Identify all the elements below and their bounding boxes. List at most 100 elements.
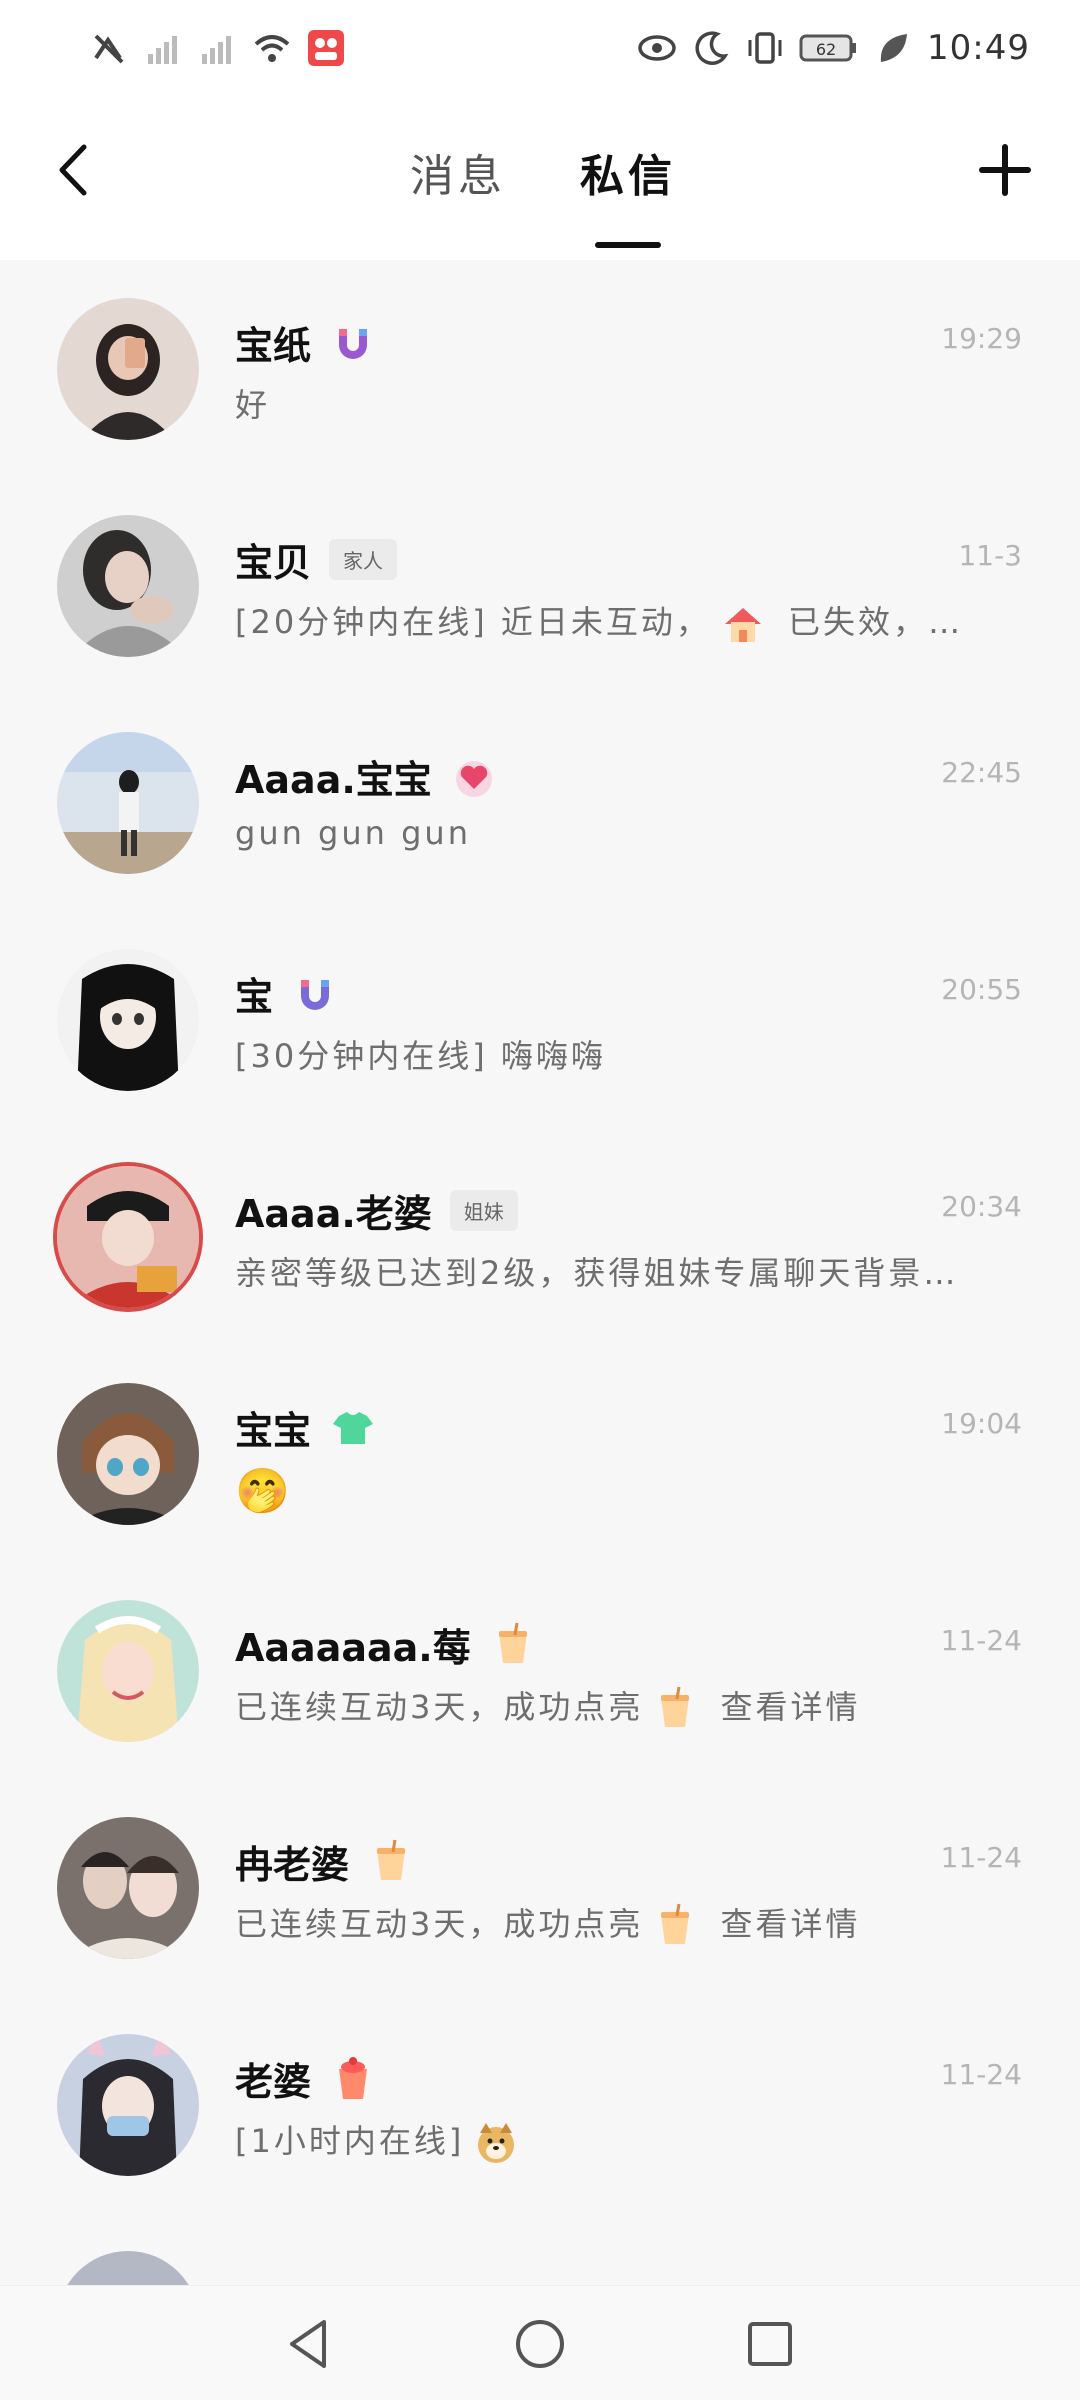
message-preview: 好 (235, 386, 271, 424)
nav-home-icon[interactable] (510, 2314, 570, 2374)
message-preview: [20分钟内在线] 近日未互动， 已失效，继… (235, 597, 975, 648)
eye-icon (638, 35, 676, 61)
conversation-row[interactable]: 宝纸 19:29 好 (0, 260, 1080, 477)
wifi-icon (254, 35, 290, 62)
tab-bar: 消息 私信 (0, 130, 1080, 248)
conversation-time: 22:45 (941, 756, 1022, 789)
nav-back-icon[interactable] (280, 2314, 340, 2374)
preview-text: 已连续互动3天，成功点亮 (235, 1688, 644, 1726)
conversation-row[interactable]: Aaaa.老婆 姐妹 20:34 亲密等级已达到2级，获得姐妹专属聊天背景… (0, 1128, 1080, 1345)
conversation-time: 20:34 (941, 1190, 1022, 1223)
conversation-time: 11-24 (940, 1624, 1022, 1657)
name-line: 宝 (235, 966, 339, 1021)
conversation-row[interactable]: 老婆 11-24 [1小时内在线] (0, 1996, 1080, 2213)
vibrate-icon (748, 32, 782, 64)
relation-tag: 姐妹 (449, 1190, 518, 1231)
drink-icon (661, 1903, 690, 1944)
drink-badge-icon (498, 1622, 527, 1663)
contact-name: 宝贝 (235, 541, 312, 585)
name-line: 宝贝 家人 (235, 532, 398, 587)
name-line: 宝纸 (235, 315, 377, 370)
conversation-row[interactable]: Aaaaaaa.莓 11-24 已连续互动3天，成功点亮 查看详情 (0, 1562, 1080, 1779)
tab-messages[interactable]: 消息 (410, 140, 506, 204)
name-line: 冉老婆 (235, 1834, 415, 1889)
preview-text: 查看详情 (707, 1688, 861, 1726)
screen: 62 10:49 消息 私信 宝纸 19:29 好 宝贝 家人 11-3 [20… (0, 0, 1080, 2400)
status-bar: 62 10:49 (0, 0, 1080, 100)
preview-text: 已失效，继… (788, 603, 975, 641)
conversation-time: 19:04 (941, 1407, 1022, 1440)
avatar[interactable] (57, 2034, 199, 2176)
doge-icon (478, 2123, 515, 2163)
contact-name: 冉老婆 (235, 1843, 350, 1887)
contact-name: 老婆 (235, 2060, 312, 2104)
drink-badge-icon (377, 1839, 406, 1880)
message-preview: 已连续互动3天，成功点亮 查看详情 (235, 1899, 975, 1950)
moon-icon (695, 31, 729, 65)
conversation-time: 11-3 (958, 539, 1022, 572)
magnet-badge-icon (301, 979, 330, 1010)
message-preview: 🤭 (235, 1465, 975, 1517)
conversation-time: 11-24 (940, 1841, 1022, 1874)
leaf-icon (880, 34, 908, 62)
conversation-list: 宝纸 19:29 好 宝贝 家人 11-3 [20分钟内在线] 近日未互动， 已… (0, 260, 1080, 2400)
system-navigation-bar (0, 2285, 1080, 2400)
avatar[interactable] (57, 1600, 199, 1742)
app-notification-icon (308, 30, 344, 66)
name-line: Aaaa.宝宝 (235, 749, 498, 804)
no-sim-icon (94, 34, 124, 64)
magnet-badge-icon (339, 328, 368, 359)
relation-tag: 家人 (329, 539, 398, 580)
avatar[interactable] (57, 732, 199, 874)
avatar[interactable] (57, 1817, 199, 1959)
message-preview: [1小时内在线] (235, 2116, 975, 2167)
conversation-time: 19:29 (941, 322, 1022, 355)
active-tab-indicator (595, 242, 661, 248)
add-button[interactable] (970, 135, 1040, 205)
preview-emoji: 🤭 (235, 1466, 293, 1517)
name-line: Aaaa.老婆 姐妹 (235, 1183, 518, 1238)
preview-text: [20分钟内在线] 近日未互动， (235, 603, 711, 641)
tab-private-messages[interactable]: 私信 (580, 140, 676, 204)
avatar[interactable] (57, 1166, 199, 1308)
battery-icon: 62 (799, 34, 857, 62)
status-icons-left (90, 28, 346, 68)
signal-icon (148, 36, 177, 64)
contact-name: 宝 (235, 975, 274, 1019)
avatar[interactable] (57, 515, 199, 657)
message-preview: gun gun gun (235, 814, 471, 852)
avatar[interactable] (57, 1383, 199, 1525)
contact-name: Aaaa.老婆 (235, 1192, 432, 1236)
avatar[interactable] (57, 298, 199, 440)
preview-text: [1小时内在线] (235, 2122, 465, 2160)
contact-name: Aaaa.宝宝 (235, 758, 432, 802)
red-drink-badge-icon (339, 2056, 368, 2099)
message-preview: [30分钟内在线] 嗨嗨嗨 (235, 1037, 606, 1075)
conversation-time: 20:55 (941, 973, 1022, 1006)
conversation-row[interactable]: 宝宝 19:04 🤭 (0, 1345, 1080, 1562)
house-icon (724, 608, 761, 642)
conversation-row[interactable]: 宝贝 家人 11-3 [20分钟内在线] 近日未互动， 已失效，继… (0, 477, 1080, 694)
status-time: 10:49 (927, 28, 1030, 68)
name-line: 宝宝 (235, 1400, 377, 1455)
nav-recents-icon[interactable] (740, 2314, 800, 2374)
drink-icon (661, 1686, 690, 1727)
avatar[interactable] (57, 949, 199, 1091)
conversation-row[interactable]: 宝 20:55 [30分钟内在线] 嗨嗨嗨 (0, 911, 1080, 1128)
signal-icon (202, 36, 231, 64)
conversation-row[interactable]: Aaaa.宝宝 22:45 gun gun gun (0, 694, 1080, 911)
name-line: 老婆 (235, 2051, 377, 2106)
heart-ring-badge-icon (455, 760, 492, 797)
contact-name: 宝宝 (235, 1409, 312, 1453)
name-line: Aaaaaaa.莓 (235, 1617, 537, 1672)
preview-text: 已连续互动3天，成功点亮 (235, 1905, 644, 1943)
conversation-time: 11-24 (940, 2058, 1022, 2091)
conversation-row[interactable]: 冉老婆 11-24 已连续互动3天，成功点亮 查看详情 (0, 1779, 1080, 1996)
message-preview: 亲密等级已达到2级，获得姐妹专属聊天背景… (235, 1254, 959, 1292)
shirt-badge-icon (333, 1411, 374, 1444)
status-icons-right: 62 10:49 (637, 28, 1030, 68)
message-preview: 已连续互动3天，成功点亮 查看详情 (235, 1682, 975, 1733)
battery-level: 62 (816, 40, 836, 59)
contact-name: Aaaaaaa.莓 (235, 1626, 471, 1670)
preview-text: 查看详情 (707, 1905, 861, 1943)
